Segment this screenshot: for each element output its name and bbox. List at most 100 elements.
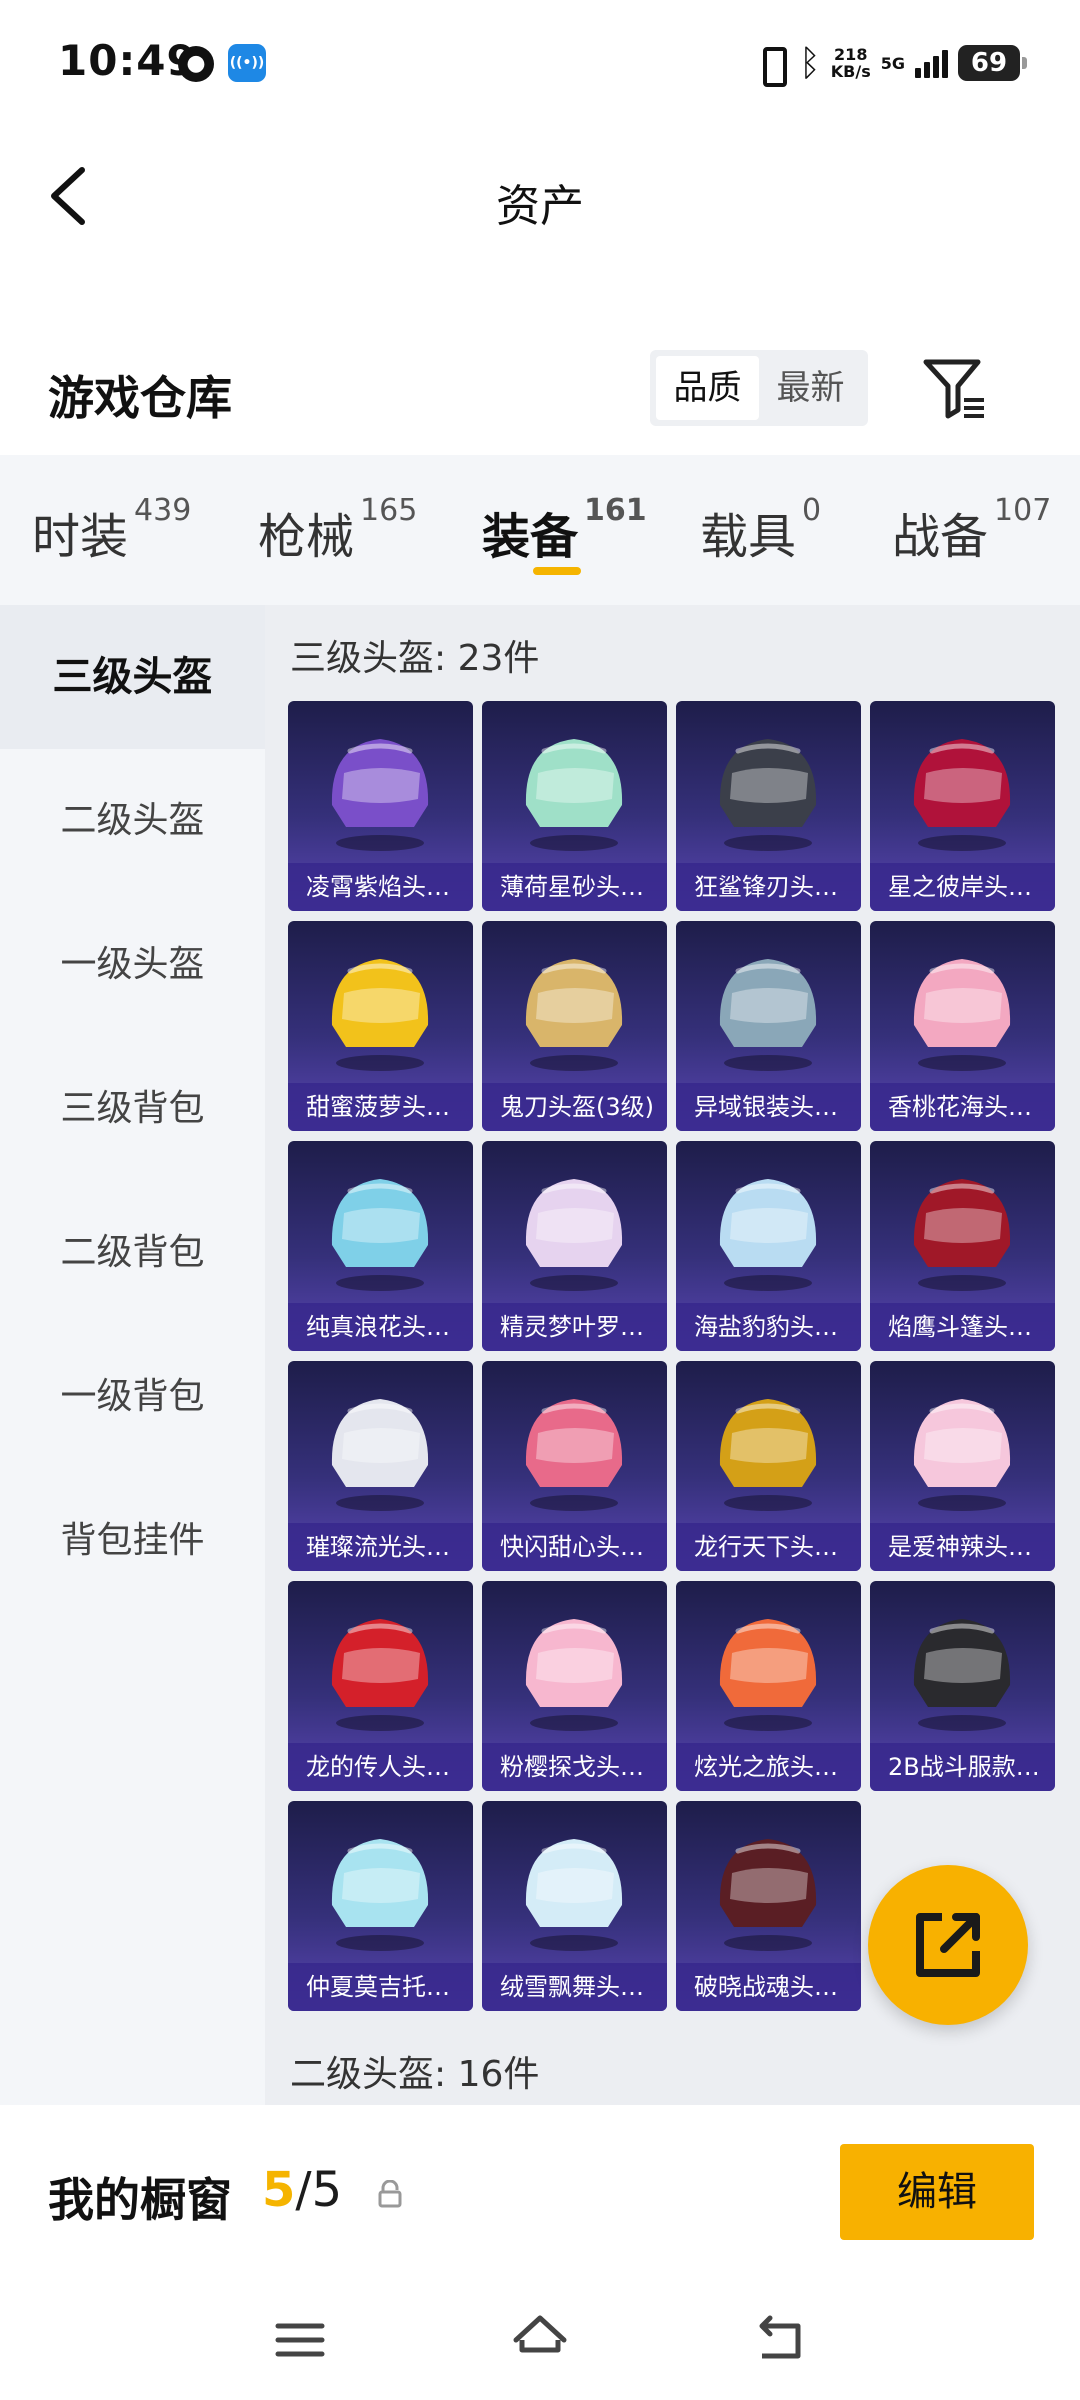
- section-title: 二级头盔: 16件: [290, 2054, 540, 2095]
- showcase-total: /5: [295, 2162, 343, 2218]
- hotspot-icon: ((•)): [228, 44, 266, 82]
- tab-firearms[interactable]: 枪械 165: [258, 493, 417, 567]
- status-time: 10:49: [58, 36, 197, 85]
- item-card[interactable]: 炫光之旅头…: [676, 1581, 861, 1791]
- tab-label: 战备: [892, 509, 989, 565]
- item-name: 薄荷星砂头…: [482, 863, 667, 911]
- helmet-icon: [913, 959, 1011, 1071]
- home-icon: [513, 2315, 567, 2353]
- sidebar-item-level1-backpack[interactable]: 一级背包: [0, 1325, 265, 1469]
- item-card[interactable]: 焰鹰斗篷头…: [870, 1141, 1055, 1351]
- item-card[interactable]: 薄荷星砂头…: [482, 701, 667, 911]
- system-nav-bar: [0, 2278, 1080, 2400]
- sort-quality-button[interactable]: 品质: [656, 356, 759, 420]
- sort-toggle: 品质 最新: [650, 350, 868, 426]
- tab-label: 载具: [700, 509, 797, 565]
- item-name: 甜蜜菠萝头…: [288, 1083, 473, 1131]
- sidebar-item-level3-backpack[interactable]: 三级背包: [0, 1037, 265, 1181]
- sidebar: 三级头盔 二级头盔 一级头盔 三级背包 二级背包 一级背包 背包挂件: [0, 605, 265, 2105]
- helmet-icon: [331, 1619, 429, 1731]
- item-name: 凌霄紫焰头…: [288, 863, 473, 911]
- item-name: 狂鲨锋刃头…: [676, 863, 861, 911]
- helmet-icon: [525, 739, 623, 851]
- item-card[interactable]: 龙行天下头…: [676, 1361, 861, 1571]
- item-name: 2B战斗服款…: [870, 1743, 1055, 1791]
- item-name: 仲夏莫吉托…: [288, 1963, 473, 2011]
- lock-icon: [376, 2179, 404, 2208]
- tab-fashion[interactable]: 时装 439: [32, 493, 191, 567]
- item-card[interactable]: 星之彼岸头…: [870, 701, 1055, 911]
- item-name: 绒雪飘舞头…: [482, 1963, 667, 2011]
- item-name: 快闪甜心头…: [482, 1523, 667, 1571]
- helmet-icon: [719, 959, 817, 1071]
- filter-icon: [923, 359, 984, 419]
- item-name: 鬼刀头盔(3级): [482, 1083, 667, 1131]
- helmet-icon: [719, 1179, 817, 1291]
- item-card[interactable]: 异域银装头…: [676, 921, 861, 1131]
- back-arrow-icon: [759, 2315, 801, 2359]
- item-name: 香桃花海头…: [870, 1083, 1055, 1131]
- tab-label: 枪械: [258, 509, 355, 565]
- home-button[interactable]: [510, 2310, 570, 2370]
- sidebar-item-backpack-charm[interactable]: 背包挂件: [0, 1469, 265, 1613]
- tab-label: 时装: [32, 509, 129, 565]
- item-card[interactable]: 龙的传人头…: [288, 1581, 473, 1791]
- item-card[interactable]: 仲夏莫吉托…: [288, 1801, 473, 2011]
- sidebar-item-level1-helmet[interactable]: 一级头盔: [0, 893, 265, 1037]
- helmet-icon: [331, 1839, 429, 1951]
- sort-newest-button[interactable]: 最新: [759, 356, 862, 420]
- external-link-icon: [916, 1913, 980, 1977]
- battery-icon: 69: [958, 45, 1027, 81]
- tab-supplies[interactable]: 战备 107: [892, 493, 1051, 567]
- item-name: 璀璨流光头…: [288, 1523, 473, 1571]
- sidebar-item-level3-helmet[interactable]: 三级头盔: [0, 605, 265, 749]
- helmet-icon: [525, 1619, 623, 1731]
- active-tab-indicator: [533, 567, 581, 575]
- item-name: 精灵梦叶罗…: [482, 1303, 667, 1351]
- item-card[interactable]: 快闪甜心头…: [482, 1361, 667, 1571]
- item-card[interactable]: 香桃花海头…: [870, 921, 1055, 1131]
- item-card[interactable]: 璀璨流光头…: [288, 1361, 473, 1571]
- item-card[interactable]: 鬼刀头盔(3级): [482, 921, 667, 1131]
- tab-equipment[interactable]: 装备 161: [482, 493, 647, 567]
- item-card[interactable]: 纯真浪花头…: [288, 1141, 473, 1351]
- helmet-icon: [525, 1839, 623, 1951]
- item-name: 破晓战魂头…: [676, 1963, 861, 2011]
- showcase-bar: 我的橱窗 5/5 编辑: [0, 2108, 1080, 2278]
- menu-button[interactable]: [270, 2310, 330, 2370]
- showcase-label: 我的橱窗: [48, 2173, 232, 2227]
- item-card[interactable]: 狂鲨锋刃头…: [676, 701, 861, 911]
- item-name: 龙行天下头…: [676, 1523, 861, 1571]
- item-name: 海盐豹豹头…: [676, 1303, 861, 1351]
- item-card[interactable]: 绒雪飘舞头…: [482, 1801, 667, 2011]
- filter-button[interactable]: [920, 354, 990, 424]
- helmet-icon: [331, 739, 429, 851]
- item-card[interactable]: 2B战斗服款…: [870, 1581, 1055, 1791]
- sidebar-item-level2-helmet[interactable]: 二级头盔: [0, 749, 265, 893]
- tab-count: 0: [802, 493, 822, 528]
- share-fab[interactable]: [868, 1865, 1028, 2025]
- tab-vehicles[interactable]: 载具 0: [700, 493, 821, 567]
- back-nav-button[interactable]: [750, 2310, 810, 2370]
- item-card[interactable]: 是爱神辣头…: [870, 1361, 1055, 1571]
- item-card[interactable]: 凌霄紫焰头…: [288, 701, 473, 911]
- helmet-icon: [913, 1619, 1011, 1731]
- item-card[interactable]: 破晓战魂头…: [676, 1801, 861, 2011]
- item-name: 异域银装头…: [676, 1083, 861, 1131]
- status-indicators: ᛒ 218 KB/s 5G 69: [753, 38, 1027, 88]
- sidebar-item-level2-backpack[interactable]: 二级背包: [0, 1181, 265, 1325]
- item-card[interactable]: 甜蜜菠萝头…: [288, 921, 473, 1131]
- item-name: 粉樱探戈头…: [482, 1743, 667, 1791]
- item-card[interactable]: 海盐豹豹头…: [676, 1141, 861, 1351]
- notification-icon: ●: [178, 46, 214, 82]
- item-card[interactable]: 粉樱探戈头…: [482, 1581, 667, 1791]
- item-card[interactable]: 精灵梦叶罗…: [482, 1141, 667, 1351]
- helmet-icon: [719, 1619, 817, 1731]
- helmet-icon: [331, 959, 429, 1071]
- item-name: 纯真浪花头…: [288, 1303, 473, 1351]
- helmet-icon: [525, 959, 623, 1071]
- showcase-count: 5/5: [262, 2162, 342, 2218]
- edit-button[interactable]: 编辑: [840, 2144, 1034, 2240]
- helmet-icon: [525, 1399, 623, 1511]
- bluetooth-icon: ᛒ: [799, 42, 821, 84]
